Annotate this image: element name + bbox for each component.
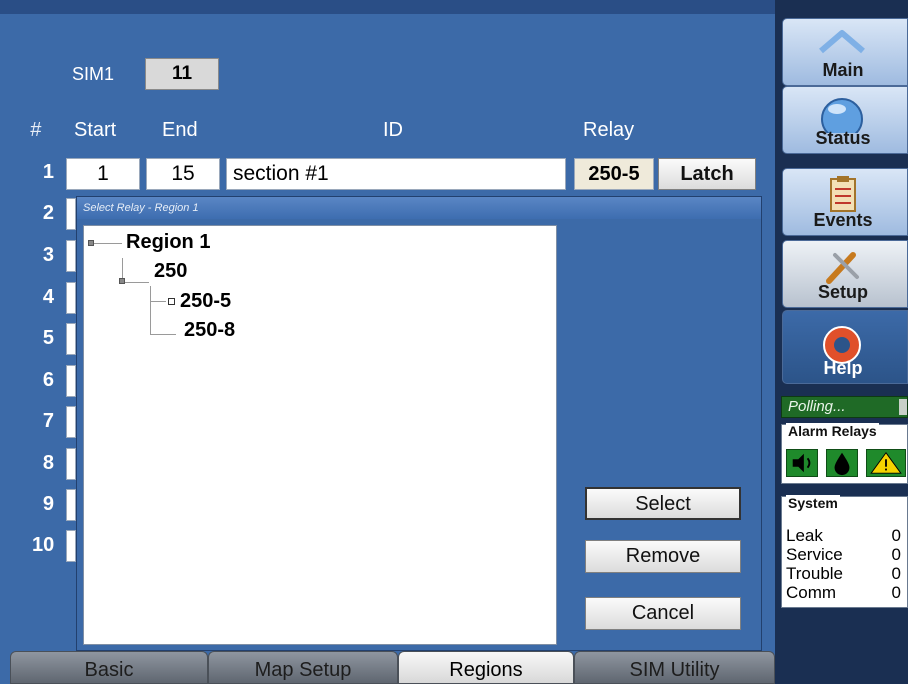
sim-label: SIM1: [72, 64, 115, 84]
row-10-start-field[interactable]: [66, 530, 76, 562]
row-1-end-field[interactable]: 15: [146, 158, 220, 190]
column-header-number: #: [30, 119, 42, 141]
system-group: System Leak 0 Service 0 Trouble 0 Comm 0: [781, 495, 908, 608]
remove-button[interactable]: Remove: [585, 540, 741, 573]
row-number-6: 6: [42, 369, 54, 391]
tree-expander-icon[interactable]: [119, 278, 125, 284]
row-7-start-field[interactable]: [66, 406, 76, 438]
row-6-start-field[interactable]: [66, 365, 76, 397]
system-comm-label: Comm: [786, 583, 837, 602]
tree-connector: [150, 286, 151, 334]
help-label: Help: [823, 358, 863, 378]
system-trouble-value: 0: [891, 564, 901, 583]
top-strip: [0, 0, 775, 14]
tree-node-250-5[interactable]: 250-5: [180, 289, 231, 313]
row-number-2: 2: [42, 202, 54, 224]
wrench-icon: [826, 252, 859, 284]
status-globe-icon: [821, 98, 863, 133]
polling-text: Polling...: [788, 398, 846, 415]
row-1-relay-field[interactable]: 250-5: [574, 158, 654, 190]
tree-node-region[interactable]: Region 1: [126, 230, 210, 254]
status-button[interactable]: Status: [782, 86, 908, 154]
row-1-start-field[interactable]: 1: [66, 158, 140, 190]
row-number-10: 10: [32, 534, 55, 556]
row-number-1: 1: [42, 161, 54, 183]
row-1-id-field[interactable]: section #1: [226, 158, 566, 190]
setup-button[interactable]: Setup: [782, 240, 908, 308]
tree-connector: [125, 282, 149, 283]
home-icon: [819, 30, 865, 54]
clipboard-icon: [830, 176, 856, 212]
main-button[interactable]: Main: [782, 18, 908, 86]
system-leak-label: Leak: [786, 526, 823, 545]
column-header-id: ID: [383, 119, 403, 141]
row-number-7: 7: [42, 410, 54, 432]
row-9-start-field[interactable]: [66, 489, 76, 521]
events-label: Events: [813, 210, 873, 230]
tree-node-250[interactable]: 250: [154, 259, 187, 283]
row-number-4: 4: [42, 286, 54, 308]
select-relay-dialog: Select Relay - Region 1 Region 1 250 250…: [76, 196, 762, 651]
row-number-9: 9: [42, 493, 54, 515]
main-label: Main: [822, 60, 864, 80]
row-5-start-field[interactable]: [66, 323, 76, 355]
alarm-relays-group: Alarm Relays: [781, 423, 908, 484]
polling-status: Polling...: [781, 396, 908, 418]
tree-connector: [150, 334, 176, 335]
tab-regions[interactable]: Regions: [398, 651, 574, 684]
events-button[interactable]: Events: [782, 168, 908, 236]
tree-connector: [94, 243, 122, 244]
select-button[interactable]: Select: [585, 487, 741, 520]
system-trouble-label: Trouble: [786, 564, 844, 583]
navigation-sidebar: Main Status Events Setup Help Polling...…: [775, 0, 908, 684]
tree-connector: [150, 301, 166, 302]
row-3-start-field[interactable]: [66, 240, 76, 272]
system-service-label: Service: [786, 545, 843, 564]
column-header-start: Start: [74, 119, 117, 141]
row-number-3: 3: [42, 244, 54, 266]
column-header-relay: Relay: [583, 119, 635, 141]
row-2-start-field[interactable]: [66, 198, 76, 230]
setup-label: Setup: [817, 282, 868, 302]
tree-node-250-8[interactable]: 250-8: [184, 318, 235, 342]
row-4-start-field[interactable]: [66, 282, 76, 314]
system-leak-value: 0: [891, 526, 901, 545]
regions-panel: SIM1 11 # Start End ID Relay 1 1 15 sect…: [0, 0, 775, 684]
tab-bar: Basic Map Setup Regions SIM Utility: [10, 651, 775, 684]
row-number-8: 8: [42, 452, 54, 474]
row-8-start-field[interactable]: [66, 448, 76, 480]
tab-basic[interactable]: Basic: [10, 651, 208, 684]
help-button[interactable]: Help: [782, 310, 908, 384]
sim-number-field[interactable]: 11: [145, 58, 219, 90]
water-drop-icon[interactable]: [826, 449, 858, 477]
tab-sim-utility[interactable]: SIM Utility: [574, 651, 775, 684]
row-number-5: 5: [42, 327, 54, 349]
relay-tree[interactable]: Region 1 250 250-5 250-8: [83, 225, 557, 645]
status-label: Status: [815, 128, 871, 148]
column-header-end: End: [162, 119, 198, 141]
cancel-button[interactable]: Cancel: [585, 597, 741, 630]
speaker-icon[interactable]: [786, 449, 818, 477]
alarm-relays-title: Alarm Relays: [786, 423, 879, 439]
system-title: System: [786, 495, 840, 511]
selected-node-icon: [168, 298, 175, 305]
system-service-value: 0: [891, 545, 901, 564]
polling-indicator: [899, 399, 907, 415]
dialog-title: Select Relay - Region 1: [77, 197, 761, 219]
latch-button[interactable]: Latch: [658, 158, 756, 190]
tab-map-setup[interactable]: Map Setup: [208, 651, 398, 684]
warning-icon[interactable]: [866, 449, 906, 477]
system-comm-value: 0: [891, 583, 901, 602]
